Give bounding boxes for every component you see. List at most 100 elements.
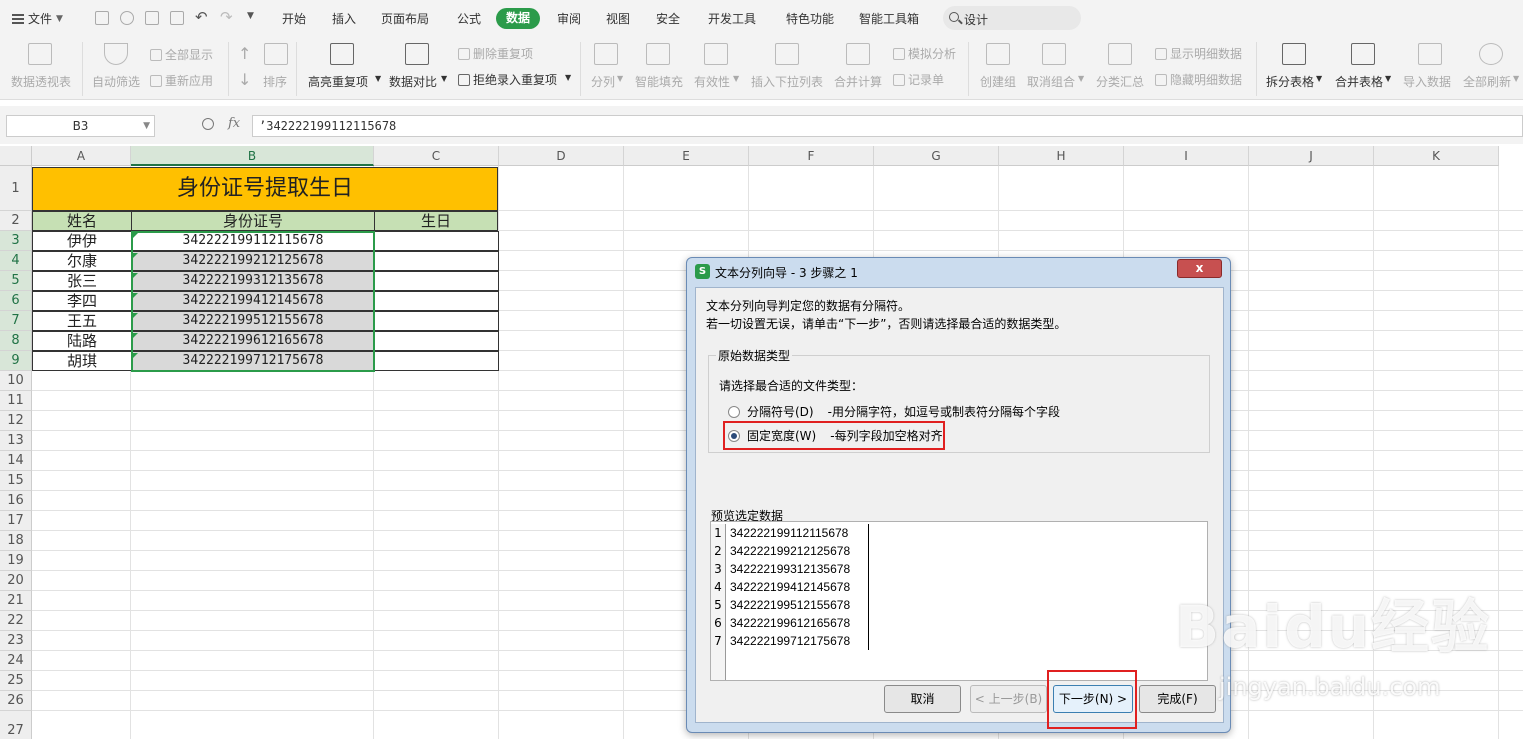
autofilter-button[interactable]: 自动筛选 <box>92 73 140 90</box>
column-header-h[interactable]: H <box>999 146 1124 166</box>
refresh-all-button[interactable]: 全部刷新 <box>1463 73 1511 90</box>
chevron-down-icon[interactable]: ▼ <box>143 116 150 136</box>
fx-icon[interactable]: fx <box>228 116 240 131</box>
merge-table-button[interactable]: 合并表格 <box>1335 73 1383 90</box>
refresh-dropdown-icon[interactable]: ▼ <box>1513 74 1519 83</box>
data-compare-button[interactable]: 数据对比 <box>389 73 437 90</box>
row-header-5[interactable]: 5 <box>0 271 32 291</box>
cell-id[interactable]: 342222199612165678 <box>131 331 375 351</box>
column-header-c[interactable]: C <box>374 146 499 166</box>
cancel-button[interactable]: 取消 <box>884 685 961 713</box>
ungroup-dropdown-icon[interactable]: ▼ <box>1078 74 1084 83</box>
tab-data[interactable]: 数据 <box>496 8 540 29</box>
validity-button[interactable]: 有效性 <box>694 73 730 90</box>
column-header-g[interactable]: G <box>874 146 999 166</box>
title-cell[interactable]: 身份证号提取生日 <box>32 167 498 211</box>
print-preview-icon[interactable] <box>170 11 184 25</box>
header-birthday[interactable]: 生日 <box>374 211 498 231</box>
tab-review[interactable]: 审阅 <box>557 10 581 27</box>
tab-security[interactable]: 安全 <box>656 10 680 27</box>
column-header-f[interactable]: F <box>749 146 874 166</box>
row-header-7[interactable]: 7 <box>0 311 32 331</box>
row-header-20[interactable]: 20 <box>0 571 32 591</box>
validity-dropdown-icon[interactable]: ▼ <box>733 74 739 83</box>
cell-name[interactable]: 王五 <box>32 311 132 331</box>
radio-delimited-button[interactable] <box>728 406 740 418</box>
search-input[interactable]: 设计 <box>943 6 1081 30</box>
row-header-9[interactable]: 9 <box>0 351 32 371</box>
split-table-button[interactable]: 拆分表格 <box>1266 73 1314 90</box>
tab-features[interactable]: 特色功能 <box>786 10 834 27</box>
split-dropdown-icon[interactable]: ▼ <box>617 74 623 83</box>
pivot-table-button[interactable]: 数据透视表 <box>11 73 71 90</box>
tab-formula[interactable]: 公式 <box>457 10 481 27</box>
reapply-button[interactable]: 重新应用 <box>150 72 213 89</box>
row-header-10[interactable]: 10 <box>0 371 32 391</box>
close-button[interactable]: x <box>1177 259 1222 278</box>
tab-start[interactable]: 开始 <box>282 10 306 27</box>
file-menu[interactable]: 文件 ▼ <box>12 10 63 27</box>
hide-detail-button[interactable]: 隐藏明细数据 <box>1155 71 1242 88</box>
cell-name[interactable]: 李四 <box>32 291 132 311</box>
tab-page-layout[interactable]: 页面布局 <box>381 10 429 27</box>
cell-birthday[interactable] <box>374 331 499 351</box>
row-header-2[interactable]: 2 <box>0 211 32 231</box>
data-preview[interactable]: 1 342222199112115678 2 342222199212125678 3 3… <box>710 521 1208 681</box>
name-box[interactable]: B3 ▼ <box>6 115 155 137</box>
select-all-corner[interactable] <box>0 146 32 166</box>
cell-name[interactable]: 陆路 <box>32 331 132 351</box>
row-header-17[interactable]: 17 <box>0 511 32 531</box>
row-header-16[interactable]: 16 <box>0 491 32 511</box>
tab-developer[interactable]: 开发工具 <box>708 10 756 27</box>
column-header-b[interactable]: B <box>131 146 374 166</box>
row-header-15[interactable]: 15 <box>0 471 32 491</box>
back-button[interactable]: < 上一步(B) <box>970 685 1047 713</box>
cell-id[interactable]: 342222199712175678 <box>131 351 375 371</box>
row-header-24[interactable]: 24 <box>0 651 32 671</box>
row-header-25[interactable]: 25 <box>0 671 32 691</box>
record-form-button[interactable]: 记录单 <box>893 71 944 88</box>
compare-dropdown-icon[interactable]: ▼ <box>441 74 447 83</box>
row-header-3[interactable]: 3 <box>0 231 32 251</box>
row-header-4[interactable]: 4 <box>0 251 32 271</box>
cell-birthday[interactable] <box>374 251 499 271</box>
reject-duplicates-button[interactable]: 拒绝录入重复项 <box>458 71 557 88</box>
highlight-dropdown-icon[interactable]: ▼ <box>375 74 381 83</box>
column-header-e[interactable]: E <box>624 146 749 166</box>
cell-id[interactable]: 342222199312135678 <box>131 271 375 291</box>
what-if-button[interactable]: 模拟分析 <box>893 45 956 62</box>
row-header-12[interactable]: 12 <box>0 411 32 431</box>
tab-smart-toolbox[interactable]: 智能工具箱 <box>859 10 919 27</box>
cell-birthday[interactable] <box>374 231 499 251</box>
sort-desc-icon[interactable]: ↓ <box>238 70 251 89</box>
reject-dropdown-icon[interactable]: ▼ <box>565 73 571 82</box>
zoom-icon[interactable] <box>202 118 214 130</box>
sort-button[interactable]: 排序 <box>263 73 287 90</box>
consolidate-button[interactable]: 合并计算 <box>834 73 882 90</box>
cell-birthday[interactable] <box>374 271 499 291</box>
cell-id[interactable]: 342222199512155678 <box>131 311 375 331</box>
row-header-1[interactable]: 1 <box>0 166 32 211</box>
split-table-dropdown-icon[interactable]: ▼ <box>1316 74 1322 83</box>
cell-name[interactable]: 伊伊 <box>32 231 132 251</box>
ungroup-button[interactable]: 取消组合 <box>1027 73 1075 90</box>
row-header-19[interactable]: 19 <box>0 551 32 571</box>
undo-icon[interactable]: ↶ <box>195 8 208 26</box>
row-header-11[interactable]: 11 <box>0 391 32 411</box>
row-header-22[interactable]: 22 <box>0 611 32 631</box>
header-id[interactable]: 身份证号 <box>131 211 375 231</box>
insert-dropdown-list-button[interactable]: 插入下拉列表 <box>751 73 823 90</box>
row-header-26[interactable]: 26 <box>0 691 32 711</box>
row-header-14[interactable]: 14 <box>0 451 32 471</box>
cell-id[interactable]: 342222199212125678 <box>131 251 375 271</box>
export-icon[interactable] <box>120 11 134 25</box>
row-header-13[interactable]: 13 <box>0 431 32 451</box>
redo-icon[interactable]: ↷ <box>220 8 233 26</box>
radio-delimited[interactable]: 分隔符号(D) -用分隔字符，如逗号或制表符分隔每个字段 <box>728 403 1060 420</box>
cell-name[interactable]: 尔康 <box>32 251 132 271</box>
row-header-21[interactable]: 21 <box>0 591 32 611</box>
cell-id[interactable]: 342222199412145678 <box>131 291 375 311</box>
print-icon[interactable] <box>145 11 159 25</box>
column-break-line[interactable] <box>868 524 869 650</box>
tab-insert[interactable]: 插入 <box>332 10 356 27</box>
